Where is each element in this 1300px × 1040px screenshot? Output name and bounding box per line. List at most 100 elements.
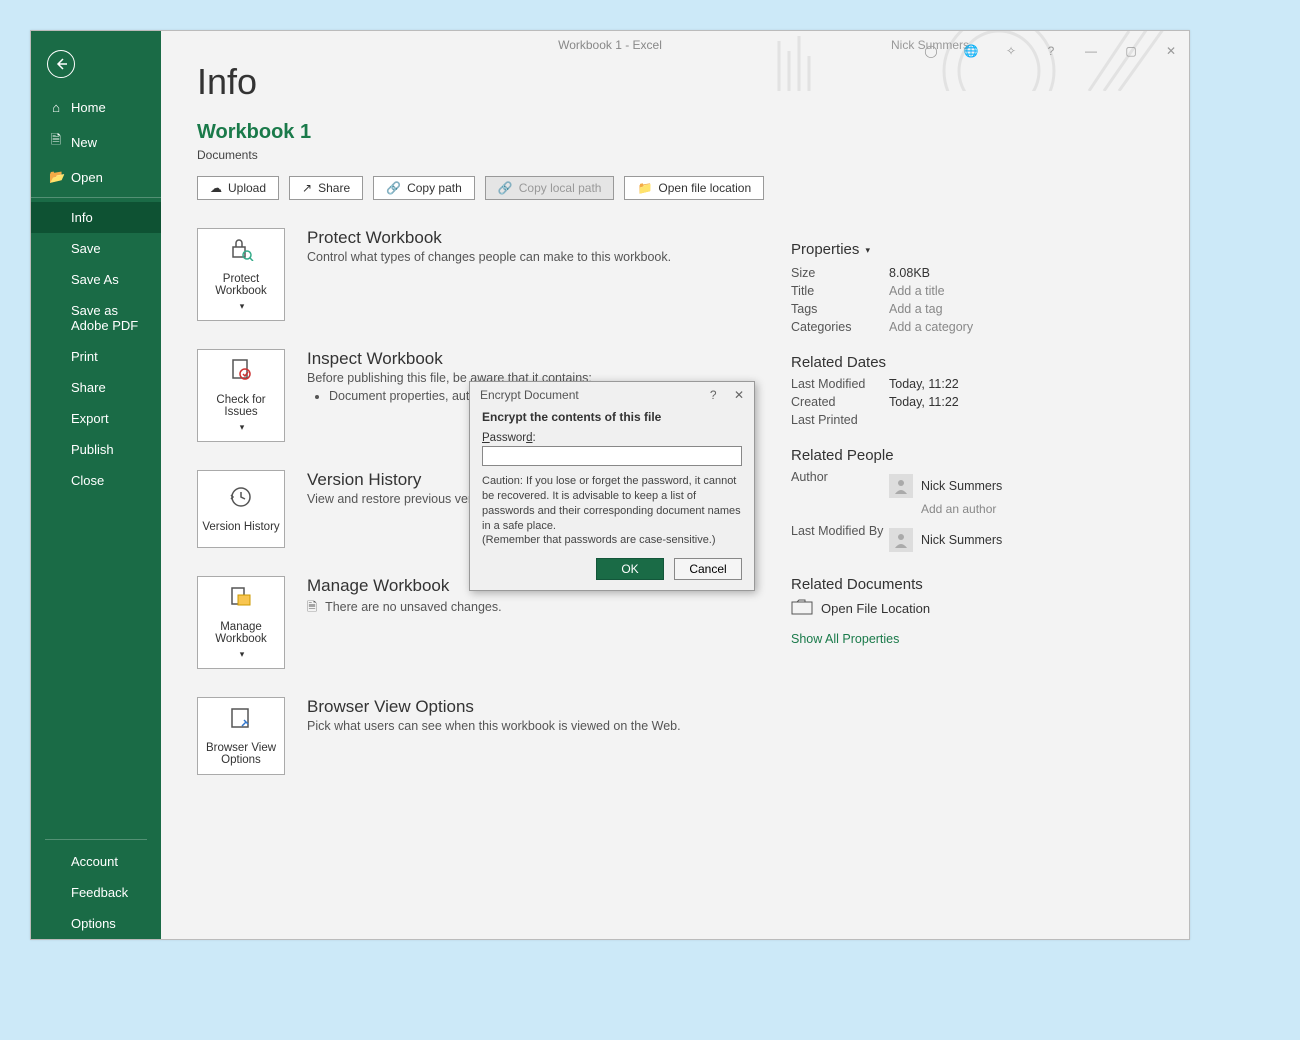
sidebar-item-account[interactable]: Account xyxy=(45,846,147,877)
section-body: Browser View Options Pick what users can… xyxy=(307,697,681,775)
browser-view-icon xyxy=(228,706,254,736)
history-icon xyxy=(228,485,254,515)
copy-local-path-button: 🔗Copy local path xyxy=(485,176,615,200)
sidebar-item-publish[interactable]: Publish xyxy=(31,434,161,465)
back-button[interactable] xyxy=(47,50,75,78)
sidebar-item-export[interactable]: Export xyxy=(31,403,161,434)
section-body: Protect Workbook Control what types of c… xyxy=(307,228,671,321)
folder-icon: 📁 xyxy=(637,181,652,195)
browser-view-options-tile[interactable]: Browser View Options xyxy=(197,697,285,775)
dialog-help-icon[interactable]: ? xyxy=(710,388,717,402)
chevron-down-icon: ▾ xyxy=(240,649,245,660)
sidebar-item-close[interactable]: Close xyxy=(31,465,161,496)
backstage-sidebar: ⌂ Home 🗎 New 📂 Open Info Save Save As Sa… xyxy=(31,31,161,939)
share-button[interactable]: ↗ Share xyxy=(289,176,363,200)
section-header: Browser View Options xyxy=(307,697,681,717)
related-documents-header: Related Documents xyxy=(791,576,1121,593)
section-header: Inspect Workbook xyxy=(307,349,634,369)
property-row-size: Size8.08KB xyxy=(791,266,1121,280)
sidebar-item-info[interactable]: Info xyxy=(31,202,161,233)
author-person[interactable]: Nick Summers xyxy=(889,474,1002,498)
sidebar-item-feedback[interactable]: Feedback xyxy=(45,877,147,908)
show-all-properties-link[interactable]: Show All Properties xyxy=(791,632,899,646)
sidebar-item-save[interactable]: Save xyxy=(31,233,161,264)
property-row-last-modified: Last ModifiedToday, 11:22 xyxy=(791,377,1121,391)
check-for-issues-tile[interactable]: Check for Issues ▾ xyxy=(197,349,285,442)
section-desc: Control what types of changes people can… xyxy=(307,250,671,264)
sidebar-item-options[interactable]: Options xyxy=(45,908,147,939)
share-icon: ↗ xyxy=(302,181,312,195)
sidebar-label: Export xyxy=(71,411,109,426)
sidebar-item-share[interactable]: Share xyxy=(31,372,161,403)
sidebar-item-print[interactable]: Print xyxy=(31,341,161,372)
dialog-close-icon[interactable]: ✕ xyxy=(734,388,744,402)
chevron-down-icon: ▾ xyxy=(240,301,245,312)
page-title: Info xyxy=(197,61,1153,103)
sidebar-label: Options xyxy=(71,916,116,931)
document-check-icon xyxy=(228,358,254,388)
dialog-caution-text: Caution: If you lose or forget the passw… xyxy=(482,474,742,548)
properties-header[interactable]: Properties ▾ xyxy=(791,241,1121,258)
button-label: Upload xyxy=(228,181,266,195)
document-icon: 🗎 xyxy=(49,131,63,153)
ok-button[interactable]: OK xyxy=(596,558,664,580)
tile-label: Check for Issues xyxy=(202,394,280,418)
sidebar-label: Save As xyxy=(71,272,119,287)
sidebar-label: Print xyxy=(71,349,98,364)
last-modified-by-row: Last Modified By Nick Summers xyxy=(791,524,1121,556)
chevron-down-icon: ▾ xyxy=(240,422,245,433)
protect-workbook-tile[interactable]: Protect Workbook▾ xyxy=(197,228,285,321)
sidebar-item-open[interactable]: 📂 Open xyxy=(31,161,161,193)
dialog-subtitle: Encrypt the contents of this file xyxy=(482,410,742,424)
chevron-down-icon: ▾ xyxy=(866,245,871,255)
upload-icon: ☁ xyxy=(210,181,222,195)
link-icon: 🔗 xyxy=(386,181,401,195)
lock-search-icon xyxy=(227,237,255,267)
property-row-categories[interactable]: CategoriesAdd a category xyxy=(791,320,1121,334)
folder-open-icon: 📂 xyxy=(49,169,63,185)
section-desc: Pick what users can see when this workbo… xyxy=(307,719,681,733)
button-label: Open file location xyxy=(658,181,751,195)
property-row-title[interactable]: TitleAdd a title xyxy=(791,284,1121,298)
link-icon: 🔗 xyxy=(498,181,513,195)
dialog-title: Encrypt Document xyxy=(480,388,579,402)
open-file-location-link[interactable]: Open File Location xyxy=(791,599,1121,618)
encrypt-document-dialog: Encrypt Document ? ✕ Encrypt the content… xyxy=(469,381,755,591)
folder-icon xyxy=(791,599,813,618)
sidebar-label: Account xyxy=(71,854,118,869)
document-small-icon: 🗎 xyxy=(307,600,317,614)
property-row-last-printed: Last Printed xyxy=(791,413,1121,427)
upload-button[interactable]: ☁ Upload xyxy=(197,176,279,200)
section-header: Protect Workbook xyxy=(307,228,671,248)
dialog-titlebar: Encrypt Document ? ✕ xyxy=(470,382,754,408)
sidebar-item-save-as[interactable]: Save As xyxy=(31,264,161,295)
sidebar-item-save-adobe-pdf[interactable]: Save as Adobe PDF xyxy=(31,295,161,341)
open-file-location-button[interactable]: 📁 Open file location xyxy=(624,176,764,200)
button-label: Share xyxy=(318,181,350,195)
sidebar-label: Feedback xyxy=(71,885,128,900)
password-input[interactable] xyxy=(482,446,742,466)
password-label: Password: xyxy=(482,432,742,444)
person-name: Nick Summers xyxy=(921,479,1002,493)
copy-path-button[interactable]: 🔗 Copy path xyxy=(373,176,475,200)
button-label: Copy path xyxy=(407,181,462,195)
browser-view-section: Browser View Options Browser View Option… xyxy=(197,697,1153,775)
document-folder-icon xyxy=(228,585,254,615)
version-history-tile[interactable]: Version History xyxy=(197,470,285,548)
properties-panel: Properties ▾ Size8.08KB TitleAdd a title… xyxy=(791,241,1121,646)
property-row-created: CreatedToday, 11:22 xyxy=(791,395,1121,409)
sidebar-item-new[interactable]: 🗎 New xyxy=(31,123,161,161)
sidebar-label: Save as Adobe PDF xyxy=(71,303,147,333)
sidebar-label: Share xyxy=(71,380,106,395)
sidebar-label: Open xyxy=(71,170,103,185)
add-author-link[interactable]: Add an author xyxy=(921,502,996,516)
cancel-button[interactable]: Cancel xyxy=(674,558,742,580)
manage-workbook-tile[interactable]: Manage Workbook▾ xyxy=(197,576,285,669)
sidebar-item-home[interactable]: ⌂ Home xyxy=(31,92,161,123)
section-desc: 🗎There are no unsaved changes. xyxy=(307,598,502,619)
sidebar-label: Save xyxy=(71,241,101,256)
property-row-tags[interactable]: TagsAdd a tag xyxy=(791,302,1121,316)
last-modified-person[interactable]: Nick Summers xyxy=(889,528,1002,552)
sidebar-label: Home xyxy=(71,100,106,115)
link-label: Open File Location xyxy=(821,601,930,616)
